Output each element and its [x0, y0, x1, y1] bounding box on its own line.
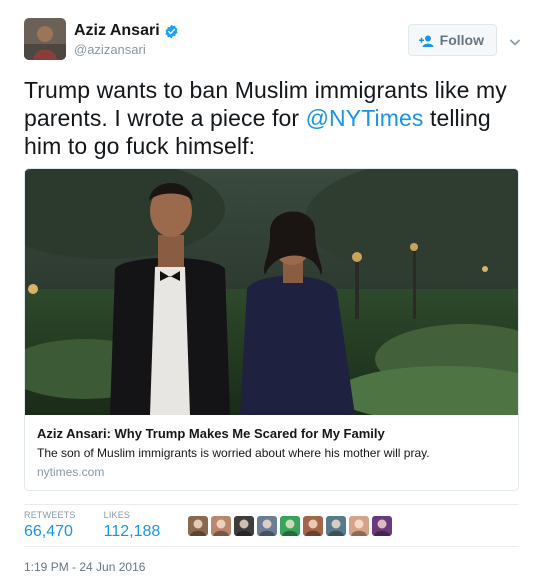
likes-count[interactable]: 112,188	[104, 522, 161, 542]
retweets-label: RETWEETS	[24, 510, 76, 520]
card-description: The son of Muslim immigrants is worried …	[37, 446, 430, 460]
chevron-down-icon[interactable]	[509, 34, 521, 46]
liker-avatar[interactable]	[234, 516, 255, 536]
mention-link[interactable]: @NYTimes	[306, 105, 424, 131]
user-avatar[interactable]	[24, 18, 66, 60]
tweet-timestamp[interactable]: 1:19 PM - 24 Jun 2016	[24, 560, 145, 574]
user-handle[interactable]: @azizansari	[74, 42, 146, 57]
tweet-stats: RETWEETS 66,470 LIKES 112,188	[24, 510, 395, 542]
liker-avatar[interactable]	[349, 516, 370, 536]
name-row: Aziz Ansari	[74, 22, 179, 40]
retweets-count[interactable]: 66,470	[24, 522, 76, 542]
liker-avatar[interactable]	[280, 516, 301, 536]
link-card[interactable]: Aziz Ansari: Why Trump Makes Me Scared f…	[24, 168, 519, 491]
likes-label: LIKES	[103, 510, 131, 520]
liker-avatar[interactable]	[188, 516, 209, 536]
tweet-text: Trump wants to ban Muslim immigrants lik…	[24, 76, 524, 160]
retweets-stat[interactable]: RETWEETS 66,470	[24, 510, 76, 542]
display-name[interactable]: Aziz Ansari	[74, 22, 160, 40]
tweet-header: Aziz Ansari @azizansari Follow	[24, 14, 524, 64]
liker-avatar[interactable]	[257, 516, 278, 536]
likes-stat[interactable]: LIKES 112,188	[104, 510, 161, 542]
card-domain: nytimes.com	[37, 465, 105, 479]
liker-avatars	[188, 516, 395, 536]
divider-bottom	[24, 546, 519, 547]
add-user-icon	[418, 34, 435, 47]
liker-avatar[interactable]	[326, 516, 347, 536]
follow-button[interactable]: Follow	[407, 24, 497, 56]
card-image[interactable]	[25, 169, 518, 422]
divider-top	[24, 504, 519, 505]
liker-avatar[interactable]	[303, 516, 324, 536]
verified-badge-icon	[164, 24, 179, 39]
card-title[interactable]: Aziz Ansari: Why Trump Makes Me Scared f…	[37, 425, 507, 442]
liker-avatar[interactable]	[211, 516, 232, 536]
follow-button-label: Follow	[439, 32, 484, 48]
liker-avatar[interactable]	[372, 516, 393, 536]
card-body: Aziz Ansari: Why Trump Makes Me Scared f…	[37, 425, 507, 480]
